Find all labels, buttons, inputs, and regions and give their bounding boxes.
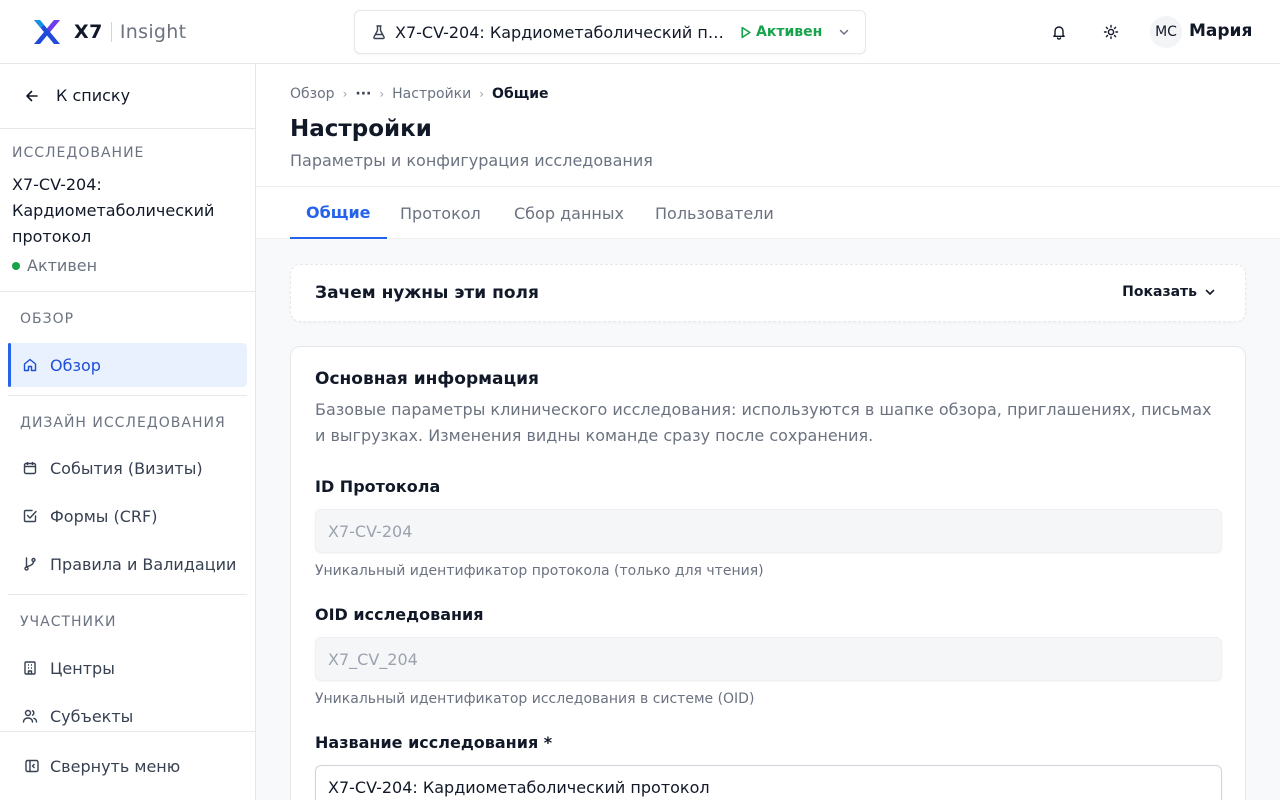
study-name-label: Название исследования * — [315, 733, 553, 752]
sidebar: К списку ИССЛЕДОВАНИЕ X7-CV-204: Кардиом… — [0, 64, 256, 800]
tab-general[interactable]: Общие — [290, 187, 387, 239]
tab-protocol[interactable]: Протокол — [384, 187, 497, 239]
sidebar-item-label: Центры — [50, 658, 115, 678]
basic-info-card: Основная информация Базовые параметры кл… — [290, 346, 1246, 800]
why-fields-title: Зачем нужны эти поля — [315, 283, 539, 303]
basic-info-title: Основная информация — [315, 369, 539, 389]
arrow-left-icon — [26, 90, 38, 101]
breadcrumb-settings[interactable]: Настройки — [392, 86, 471, 102]
sidebar-item-events[interactable]: События (Визиты) — [8, 446, 247, 490]
tab-data-collection[interactable]: Сбор данных — [498, 187, 640, 239]
page-subtitle: Параметры и конфигурация исследования — [290, 151, 653, 170]
flask-icon — [373, 25, 385, 40]
checkbox-icon — [23, 509, 37, 523]
logo-x7-text: X7 — [74, 21, 103, 43]
study-section-title: ИССЛЕДОВАНИЕ — [12, 145, 145, 161]
sidebar-item-sites[interactable]: Центры — [8, 646, 247, 690]
back-to-list-label: К списку — [56, 86, 131, 105]
study-oid-field[interactable]: X7_CV_204 — [315, 637, 1222, 681]
calendar-icon — [23, 462, 37, 475]
sidebar-collapse-icon — [25, 759, 39, 773]
notifications-button[interactable] — [1047, 20, 1071, 44]
top-bar: X7 Insight X7-CV-204: Кардиометаболическ… — [0, 0, 1280, 64]
home-icon — [23, 358, 37, 372]
sidebar-divider — [0, 128, 255, 129]
chevron-right-icon: › — [479, 87, 485, 101]
sidebar-item-label: Обзор — [50, 355, 101, 375]
sidebar-study-status: Активен — [12, 256, 97, 275]
sidebar-divider — [0, 291, 255, 292]
collapse-menu-label: Свернуть меню — [50, 756, 181, 776]
study-status-text: Активен — [756, 24, 823, 40]
users-icon — [22, 709, 38, 723]
sidebar-divider — [8, 395, 247, 396]
back-to-list-link[interactable]: К списку — [24, 86, 130, 105]
theme-toggle-button[interactable] — [1099, 20, 1123, 44]
sidebar-study-title: X7-CV-204: Кардиометаболический протокол — [12, 175, 215, 246]
user-avatar[interactable]: МС — [1150, 16, 1182, 48]
sidebar-item-label: Правила и Валидации — [50, 554, 237, 574]
chevron-down-icon — [839, 29, 849, 36]
protocol-id-help: Уникальный идентификатор протокола (толь… — [315, 563, 764, 579]
show-toggle-label: Показать — [1122, 284, 1197, 300]
chevron-down-icon — [1205, 289, 1215, 296]
page-title: Настройки — [290, 116, 432, 142]
sidebar-item-forms[interactable]: Формы (CRF) — [8, 494, 247, 538]
study-switcher-name: X7-CV-204: Кардиометаболический протокол — [395, 22, 725, 42]
breadcrumb: Обзор › ··· › Настройки › Общие — [290, 86, 549, 102]
participants-section-title: УЧАСТНИКИ — [20, 614, 117, 630]
user-name[interactable]: Мария — [1189, 21, 1252, 41]
logo-divider — [110, 22, 112, 42]
breadcrumb-more[interactable]: ··· — [355, 86, 371, 102]
chevron-right-icon: › — [342, 87, 348, 101]
breadcrumb-current: Общие — [492, 86, 549, 102]
study-status-badge: Активен — [739, 24, 822, 40]
status-dot-icon — [12, 261, 20, 270]
overview-section-title: ОБЗОР — [20, 311, 75, 327]
tab-users[interactable]: Пользователи — [639, 187, 790, 239]
show-toggle-button[interactable]: Показать — [1122, 284, 1217, 300]
sidebar-item-rules[interactable]: Правила и Валидации — [8, 542, 247, 586]
basic-info-description: Базовые параметры клинического исследова… — [315, 400, 1212, 445]
sidebar-item-label: Формы (CRF) — [50, 506, 158, 526]
collapse-menu-button[interactable]: Свернуть меню — [0, 731, 255, 800]
study-name-input[interactable]: X7-CV-204: Кардиометаболический протокол — [315, 765, 1222, 800]
study-oid-label: OID исследования — [315, 605, 484, 624]
play-icon — [741, 26, 751, 38]
protocol-id-field[interactable]: X7-CV-204 — [315, 509, 1222, 553]
sidebar-study-status-text: Активен — [27, 256, 98, 275]
design-section-title: ДИЗАЙН ИССЛЕДОВАНИЯ — [20, 415, 226, 431]
sidebar-item-overview[interactable]: Обзор — [8, 343, 247, 387]
breadcrumb-overview[interactable]: Обзор — [290, 86, 335, 102]
protocol-id-label: ID Протокола — [315, 477, 441, 496]
study-oid-help: Уникальный идентификатор исследования в … — [315, 691, 755, 707]
git-branch-icon — [24, 557, 36, 571]
sidebar-item-label: События (Визиты) — [50, 458, 203, 478]
logo-insight-text: Insight — [119, 21, 187, 43]
chevron-right-icon: › — [379, 87, 385, 101]
app-logo[interactable]: X7 Insight — [32, 16, 186, 48]
sun-icon — [1103, 24, 1119, 40]
study-switcher[interactable]: X7-CV-204: Кардиометаболический протокол… — [354, 10, 866, 54]
sidebar-item-label: Субъекты — [50, 706, 134, 726]
bell-icon — [1053, 26, 1065, 40]
sidebar-divider — [8, 594, 247, 595]
building-icon — [24, 661, 36, 675]
settings-tabs: Общие Протокол Сбор данных Пользователи — [256, 186, 1280, 239]
x7-logo-icon — [34, 20, 60, 44]
page-header: Обзор › ··· › Настройки › Общие Настройк… — [256, 64, 1280, 186]
why-fields-card: Зачем нужны эти поля Показать — [290, 264, 1246, 322]
